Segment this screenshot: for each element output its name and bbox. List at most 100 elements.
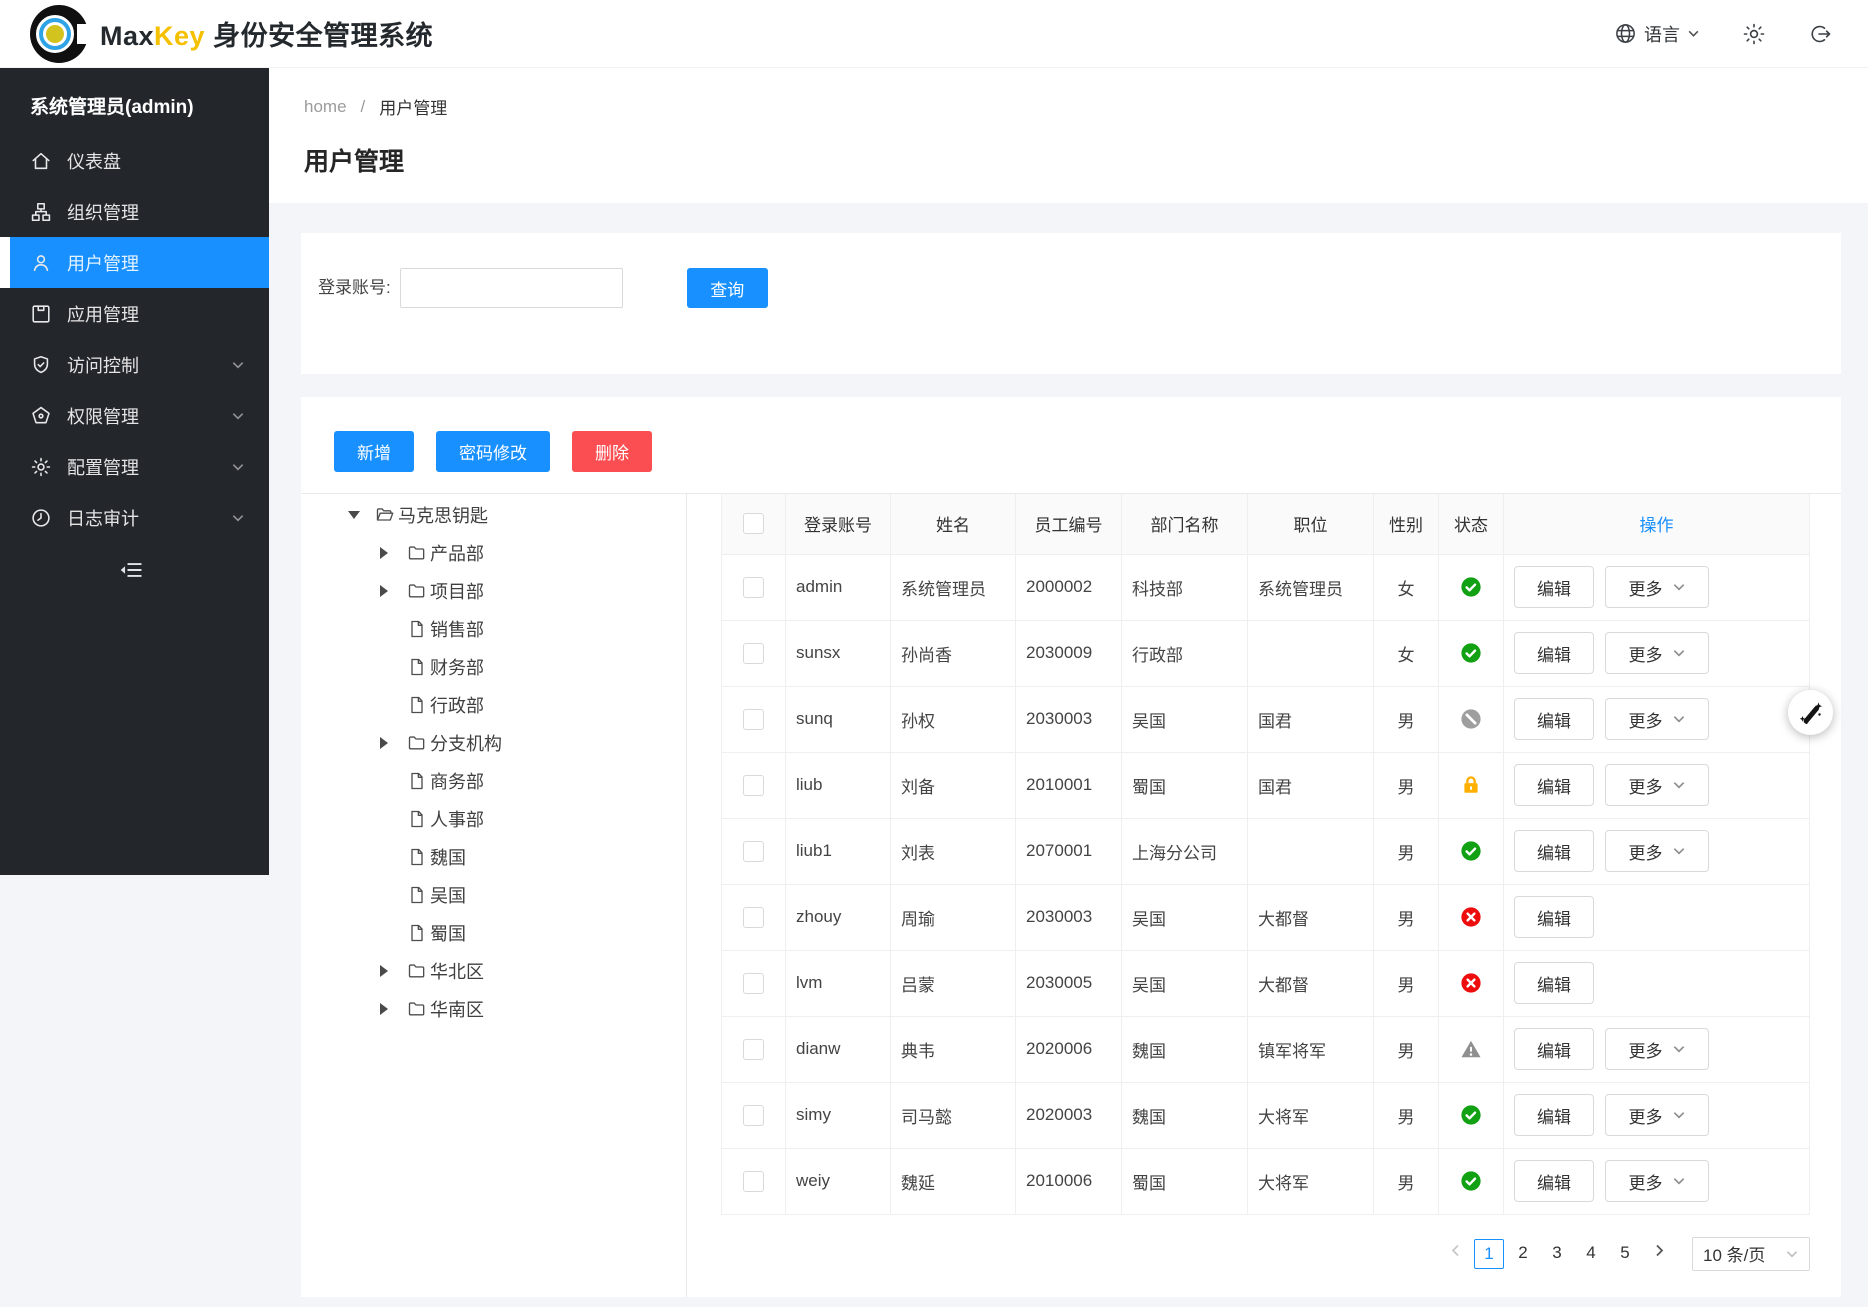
pagination-page-4[interactable]: 4 xyxy=(1576,1239,1606,1269)
tree-node[interactable]: 分支机构 xyxy=(301,724,686,762)
row-checkbox[interactable] xyxy=(743,841,764,862)
pagination-prev-button[interactable] xyxy=(1440,1239,1470,1269)
breadcrumb-home-link[interactable]: home xyxy=(304,97,347,117)
caret-right-icon[interactable] xyxy=(380,737,407,749)
caret-right-icon[interactable] xyxy=(380,547,407,559)
row-checkbox[interactable] xyxy=(743,775,764,796)
sidebar-item-config[interactable]: 配置管理 xyxy=(0,441,269,492)
more-button[interactable]: 更多 xyxy=(1605,1028,1709,1070)
caret-down-icon[interactable] xyxy=(348,511,375,519)
tree-node[interactable]: 项目部 xyxy=(301,572,686,610)
permission-icon xyxy=(30,405,52,427)
cell-account: sunsx xyxy=(786,620,891,686)
table-row: simy司马懿2020003魏国大将军男编辑更多 xyxy=(722,1082,1810,1148)
sidebar-collapse-button[interactable] xyxy=(0,557,269,583)
more-button[interactable]: 更多 xyxy=(1605,698,1709,740)
row-checkbox[interactable] xyxy=(743,577,764,598)
more-button[interactable]: 更多 xyxy=(1605,632,1709,674)
row-checkbox[interactable] xyxy=(743,973,764,994)
edit-button[interactable]: 编辑 xyxy=(1514,698,1594,740)
edit-button[interactable]: 编辑 xyxy=(1514,764,1594,806)
col-header-select xyxy=(722,494,786,554)
row-checkbox[interactable] xyxy=(743,1039,764,1060)
tree-node[interactable]: 产品部 xyxy=(301,534,686,572)
edit-button[interactable]: 编辑 xyxy=(1514,1028,1594,1070)
tree-node[interactable]: 销售部 xyxy=(301,610,686,648)
sidebar-item-apps[interactable]: 应用管理 xyxy=(0,288,269,339)
tree-node[interactable]: 人事部 xyxy=(301,800,686,838)
tree-node[interactable]: 华北区 xyxy=(301,952,686,990)
delete-button[interactable]: 删除 xyxy=(572,431,652,472)
tree-node[interactable]: 马克思钥匙 xyxy=(301,496,686,534)
more-button[interactable]: 更多 xyxy=(1605,764,1709,806)
more-button[interactable]: 更多 xyxy=(1605,1160,1709,1202)
sidebar-item-audit[interactable]: 日志审计 xyxy=(0,492,269,543)
logout-button[interactable] xyxy=(1808,22,1832,46)
more-button-label: 更多 xyxy=(1629,839,1663,864)
caret-right-icon[interactable] xyxy=(380,585,407,597)
query-button[interactable]: 查询 xyxy=(687,268,768,308)
cell-account: sunq xyxy=(786,686,891,752)
sidebar-item-users[interactable]: 用户管理 xyxy=(0,237,269,288)
edit-button[interactable]: 编辑 xyxy=(1514,830,1594,872)
tree-node[interactable]: 行政部 xyxy=(301,686,686,724)
cell-actions: 编辑更多 xyxy=(1504,686,1810,752)
language-menu[interactable]: 语言 xyxy=(1614,21,1700,47)
row-checkbox[interactable] xyxy=(743,643,764,664)
org-tree: 马克思钥匙产品部项目部销售部财务部行政部分支机构商务部人事部魏国吴国蜀国华北区华… xyxy=(301,494,687,1297)
more-button[interactable]: 更多 xyxy=(1605,830,1709,872)
sidebar-item-permissions[interactable]: 权限管理 xyxy=(0,390,269,441)
caret-right-icon[interactable] xyxy=(380,1003,407,1015)
edit-button[interactable]: 编辑 xyxy=(1514,962,1594,1004)
pagination-page-2[interactable]: 2 xyxy=(1508,1239,1538,1269)
caret-right-icon[interactable] xyxy=(380,965,407,977)
edit-button[interactable]: 编辑 xyxy=(1514,632,1594,674)
login-account-input[interactable] xyxy=(400,268,623,308)
cell-employee-no: 2020003 xyxy=(1016,1082,1122,1148)
change-password-button[interactable]: 密码修改 xyxy=(436,431,550,472)
cell-status xyxy=(1439,818,1504,884)
page-size-select[interactable]: 10 条/页 xyxy=(1692,1237,1810,1271)
tree-node[interactable]: 魏国 xyxy=(301,838,686,876)
cell-gender: 女 xyxy=(1374,620,1439,686)
row-checkbox[interactable] xyxy=(743,709,764,730)
pagination-next-button[interactable] xyxy=(1644,1239,1674,1269)
edit-button[interactable]: 编辑 xyxy=(1514,1160,1594,1202)
pagination-page-5[interactable]: 5 xyxy=(1610,1239,1640,1269)
more-button[interactable]: 更多 xyxy=(1605,566,1709,608)
sidebar-item-access[interactable]: 访问控制 xyxy=(0,339,269,390)
table-row: dianw典韦2020006魏国镇军将军男编辑更多 xyxy=(722,1016,1810,1082)
logo-yellow-core xyxy=(43,22,67,46)
edit-button[interactable]: 编辑 xyxy=(1514,1094,1594,1136)
tree-node[interactable]: 商务部 xyxy=(301,762,686,800)
row-checkbox[interactable] xyxy=(743,907,764,928)
sidebar-item-dashboard[interactable]: 仪表盘 xyxy=(0,135,269,186)
cell-account: admin xyxy=(786,554,891,620)
pagination-page-1[interactable]: 1 xyxy=(1474,1239,1504,1269)
edit-button[interactable]: 编辑 xyxy=(1514,566,1594,608)
brand-title: MaxKey 身份安全管理系统 xyxy=(100,14,433,53)
cell-employee-no: 2030003 xyxy=(1016,686,1122,752)
table-row: admin系统管理员2000002科技部系统管理员女编辑更多 xyxy=(722,554,1810,620)
settings-button[interactable] xyxy=(1742,22,1766,46)
select-all-checkbox[interactable] xyxy=(743,513,764,534)
login-account-label: 登录账号: xyxy=(318,268,391,308)
col-header-0: 登录账号 xyxy=(786,494,891,554)
tree-node[interactable]: 财务部 xyxy=(301,648,686,686)
row-checkbox[interactable] xyxy=(743,1105,764,1126)
row-checkbox[interactable] xyxy=(743,1171,764,1192)
tree-node[interactable]: 华南区 xyxy=(301,990,686,1028)
status-active-check-icon xyxy=(1460,1104,1482,1126)
row-select-cell xyxy=(722,554,786,620)
cell-employee-no: 2070001 xyxy=(1016,818,1122,884)
tree-node[interactable]: 吴国 xyxy=(301,876,686,914)
cell-status xyxy=(1439,950,1504,1016)
cell-gender: 男 xyxy=(1374,1082,1439,1148)
pagination-page-3[interactable]: 3 xyxy=(1542,1239,1572,1269)
edit-button[interactable]: 编辑 xyxy=(1514,896,1594,938)
add-button[interactable]: 新增 xyxy=(334,431,414,472)
cell-actions: 编辑 xyxy=(1504,884,1810,950)
tree-node[interactable]: 蜀国 xyxy=(301,914,686,952)
sidebar-item-org[interactable]: 组织管理 xyxy=(0,186,269,237)
more-button[interactable]: 更多 xyxy=(1605,1094,1709,1136)
